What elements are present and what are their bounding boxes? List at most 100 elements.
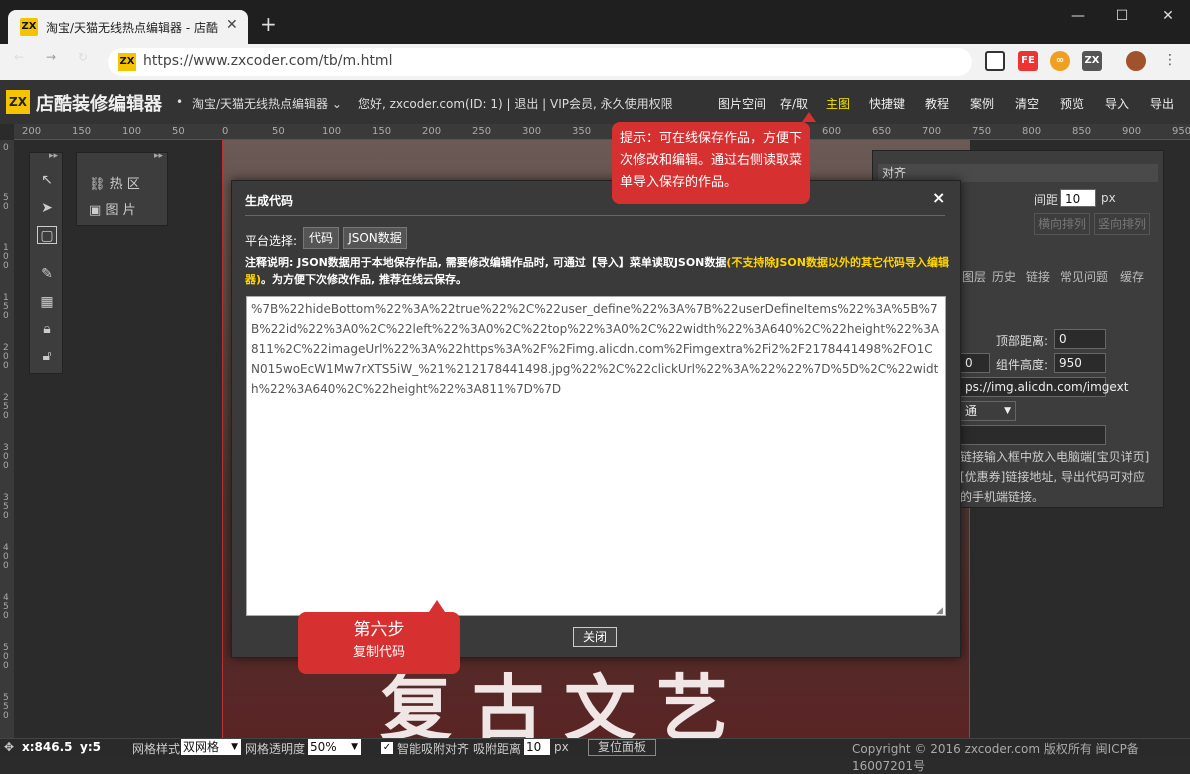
- image-icon: ▣: [89, 203, 102, 218]
- note-prefix: 注释说明: JSON数据用于本地保存作品, 需要修改编辑作品时, 可通过【导入】…: [245, 256, 727, 269]
- reload-icon[interactable]: ↻: [78, 50, 88, 64]
- platform-code-button[interactable]: 代码: [303, 227, 339, 249]
- more-menu-icon[interactable]: ⋮: [1163, 52, 1177, 68]
- chevron-down-icon: ▼: [351, 742, 358, 752]
- tab-close-icon[interactable]: ✕: [226, 17, 238, 33]
- tab-cache[interactable]: 缓存: [1120, 268, 1144, 285]
- select-arrow-icon[interactable]: ↖: [38, 171, 56, 189]
- tab-history[interactable]: 历史: [992, 268, 1016, 285]
- grid-opacity-value: 50%: [310, 740, 337, 754]
- menu-preview[interactable]: 预览: [1060, 95, 1084, 112]
- ruler-tick-label: 150: [3, 293, 9, 321]
- menu-shortcuts[interactable]: 快捷键: [869, 95, 905, 112]
- horizontal-arrange-button[interactable]: 横向排列: [1034, 213, 1090, 235]
- ruler-tick-label: 850: [1072, 126, 1092, 137]
- spacing-input[interactable]: 10: [1060, 189, 1096, 207]
- screenshot-extension-icon[interactable]: [985, 51, 1005, 71]
- ruler-tick-label: 200: [422, 126, 442, 137]
- new-tab-button[interactable]: +: [260, 12, 277, 36]
- infinity-extension-icon[interactable]: ∞: [1050, 51, 1070, 71]
- spacing-label: 间距: [1034, 193, 1059, 207]
- tab-favicon: ZX: [20, 18, 38, 36]
- collapse-icon[interactable]: ▸▸: [154, 151, 163, 161]
- back-arrow-icon[interactable]: ←: [14, 50, 24, 64]
- image-url-input[interactable]: ps://img.alicdn.com/imgext: [960, 377, 1128, 397]
- zx-extension-icon[interactable]: ZX: [1082, 51, 1102, 71]
- direct-select-icon[interactable]: ➤: [38, 199, 56, 217]
- ruler-tick-label: 300: [3, 443, 9, 471]
- left-value-input[interactable]: 0: [960, 353, 990, 373]
- minimize-button[interactable]: —: [1056, 0, 1100, 32]
- profile-avatar[interactable]: [1126, 51, 1146, 71]
- maximize-button[interactable]: ☐: [1100, 0, 1144, 32]
- resize-handle-icon[interactable]: ◢: [936, 606, 943, 616]
- tab-faq[interactable]: 常见问题: [1060, 268, 1108, 285]
- browser-tab[interactable]: ZX 淘宝/天猫无线热点编辑器 - 店酷 ✕: [8, 10, 248, 44]
- note-text: 注释说明: JSON数据用于本地保存作品, 需要修改编辑作品时, 可通过【导入】…: [245, 254, 950, 288]
- horizontal-ruler: [14, 124, 1190, 140]
- chevron-down-icon: ⌄: [331, 97, 342, 111]
- tip-callout: 提示：可在线保存作品，方便下次修改和编辑。通过右侧读取菜单导入保存的作品。: [612, 122, 810, 204]
- tab-links[interactable]: 链接: [1026, 268, 1050, 285]
- step-arrow: [429, 600, 445, 612]
- user-info[interactable]: 您好, zxcoder.com(ID: 1) | 退出 | VIP会员, 永久使…: [358, 95, 673, 112]
- grid-opacity-label: 网格透明度: [245, 742, 306, 756]
- image-item[interactable]: ▣ 图 片: [89, 199, 136, 218]
- url-text[interactable]: https://www.zxcoder.com/tb/m.html: [143, 53, 392, 69]
- menu-import[interactable]: 导入: [1105, 95, 1129, 112]
- grid-opacity-select[interactable]: 50% ▼: [308, 739, 361, 755]
- ruler-tick-label: 250: [3, 393, 9, 421]
- ruler-tick-label: 550: [3, 693, 9, 721]
- component-height-input[interactable]: 950: [1054, 353, 1106, 373]
- unlock-icon[interactable]: 🔓︎: [38, 347, 56, 365]
- menu-main-image[interactable]: 主图: [826, 95, 850, 112]
- ruler-tick-label: 50: [172, 126, 185, 137]
- grid-icon[interactable]: ▦: [38, 293, 56, 311]
- grid-style-select[interactable]: 双网格 ▼: [181, 739, 241, 755]
- fe-extension-icon[interactable]: FE: [1018, 51, 1038, 71]
- ruler-tick-label: 650: [872, 126, 892, 137]
- ruler-tool-icon[interactable]: ✎: [38, 265, 56, 283]
- menu-export[interactable]: 导出: [1150, 95, 1174, 112]
- ruler-tick-label: 100: [322, 126, 342, 137]
- editor-select[interactable]: 淘宝/天猫无线热点编辑器 ⌄: [192, 95, 342, 112]
- close-icon[interactable]: ×: [932, 188, 945, 207]
- transform-icon[interactable]: ▢: [37, 226, 57, 244]
- collapse-icon[interactable]: ▸▸: [49, 151, 58, 161]
- snap-checkbox[interactable]: ✓: [381, 742, 393, 754]
- reset-panel-button[interactable]: 复位面板: [588, 739, 656, 756]
- code-textarea[interactable]: %7B%22hideBottom%22%3A%22true%22%2C%22us…: [246, 296, 946, 616]
- menu-cases[interactable]: 案例: [970, 95, 994, 112]
- ruler-tick-label: 50: [272, 126, 285, 137]
- platform-json-button[interactable]: JSON数据: [343, 227, 407, 249]
- top-distance-input[interactable]: 0: [1054, 329, 1106, 349]
- menu-tutorial[interactable]: 教程: [925, 95, 949, 112]
- vertical-arrange-button[interactable]: 竖向排列: [1094, 213, 1150, 235]
- lock-icon[interactable]: 🔒︎: [38, 320, 56, 338]
- address-bar[interactable]: ZX https://www.zxcoder.com/tb/m.html: [108, 48, 972, 76]
- grid-style-value: 双网格: [183, 740, 220, 754]
- copyright: Copyright © 2016 zxcoder.com 版权所有 闽ICP备1…: [852, 742, 1139, 773]
- hotzone-item[interactable]: ⛓︎ 热 区: [89, 173, 140, 192]
- ruler-tick-label: 150: [72, 126, 92, 137]
- menu-save-load[interactable]: 存/取: [780, 95, 808, 112]
- menu-clear[interactable]: 清空: [1015, 95, 1039, 112]
- menu-image-space[interactable]: 图片空间: [718, 95, 766, 112]
- link-type-select[interactable]: 通 ▼: [960, 401, 1016, 421]
- tab-layers[interactable]: 图层: [962, 268, 986, 285]
- link-input[interactable]: [960, 425, 1106, 445]
- move-icon: ✥: [4, 740, 15, 754]
- ruler-tick-label: 300: [522, 126, 542, 137]
- ruler-tick-label: 750: [972, 126, 992, 137]
- image-label: 图 片: [105, 203, 136, 218]
- editor-select-label: 淘宝/天猫无线热点编辑器: [192, 97, 329, 111]
- note-suffix: 。为方便下次修改作品, 推荐在线云保存。: [261, 273, 468, 286]
- ruler-tick-label: 600: [822, 126, 842, 137]
- snap-distance-input[interactable]: 10: [524, 739, 550, 755]
- close-window-button[interactable]: ✕: [1146, 0, 1190, 32]
- forward-arrow-icon[interactable]: →: [46, 50, 56, 64]
- close-dialog-button[interactable]: 关闭: [573, 627, 617, 647]
- tab-title: 淘宝/天猫无线热点编辑器 - 店酷: [46, 21, 219, 35]
- ruler-tick-label: 0: [222, 126, 229, 137]
- site-favicon: ZX: [118, 53, 136, 71]
